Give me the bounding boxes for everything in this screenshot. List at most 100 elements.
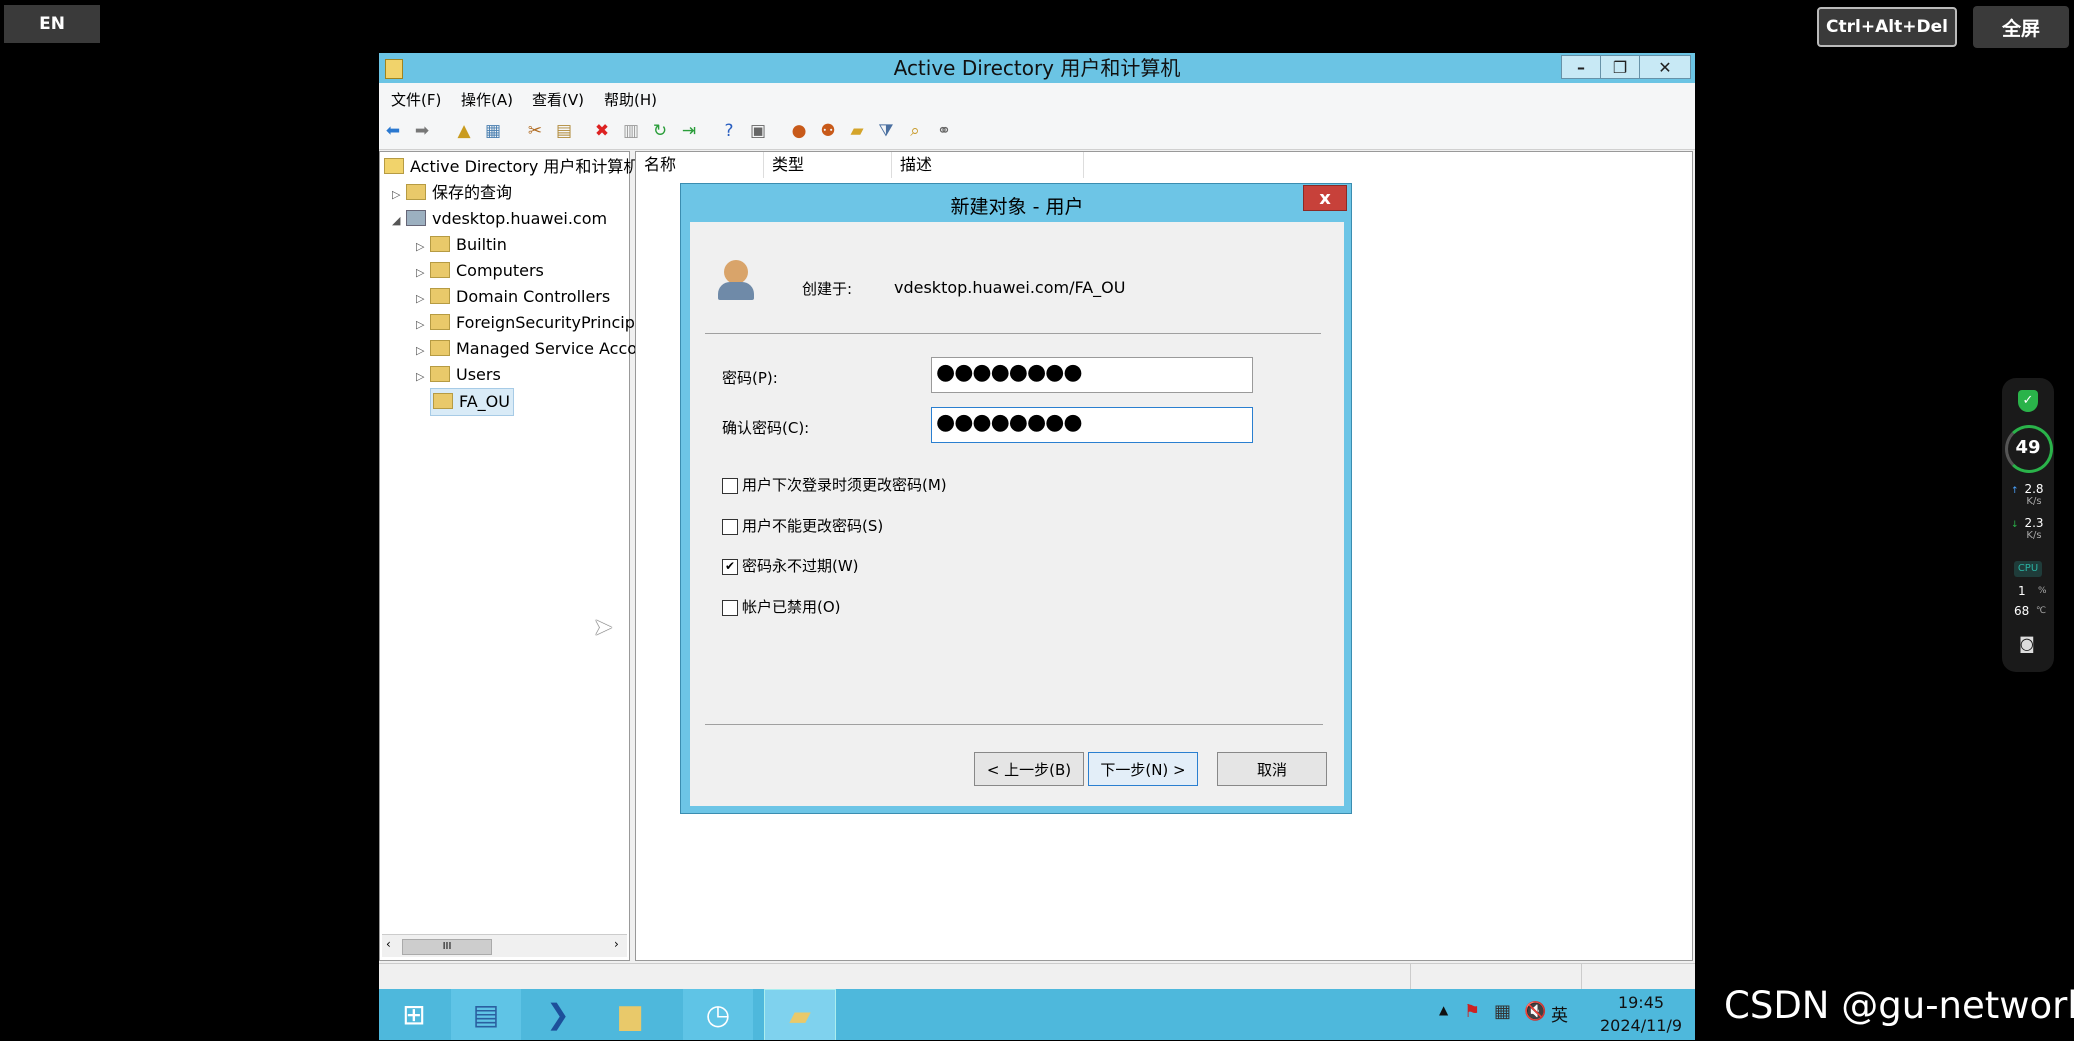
expand-arrow-icon[interactable]: ▷ xyxy=(416,364,430,390)
expand-arrow-icon[interactable]: ▷ xyxy=(416,286,430,312)
upload-unit: K/s xyxy=(2026,496,2042,507)
tree-root[interactable]: Active Directory 用户和计算机 xyxy=(384,154,639,180)
expand-arrow-icon[interactable]: ▷ xyxy=(416,234,430,260)
refresh-icon[interactable]: ↻ xyxy=(650,121,670,141)
expand-arrow-icon[interactable]: ▷ xyxy=(416,338,430,364)
dialog-close-button[interactable]: x xyxy=(1303,185,1347,211)
tree-label: Users xyxy=(456,365,501,384)
ctrl-alt-del-button[interactable]: Ctrl+Alt+Del xyxy=(1817,7,1957,47)
never-expires-label[interactable]: 密码永不过期(W) xyxy=(742,555,859,576)
next-button[interactable]: 下一步(N) > xyxy=(1088,752,1198,786)
task-scheduler-icon[interactable]: ◷ xyxy=(683,989,753,1040)
folder-icon xyxy=(430,340,450,356)
language-button[interactable]: EN xyxy=(4,5,100,43)
network-icon[interactable]: ▦ xyxy=(1494,1001,1511,1022)
tree-item-users[interactable]: ▷ Users xyxy=(416,362,501,388)
tree-label: vdesktop.huawei.com xyxy=(432,209,608,228)
server-manager-icon[interactable]: ▤ xyxy=(451,989,521,1040)
menu-action[interactable]: 操作(A) xyxy=(461,89,513,110)
download-unit: K/s xyxy=(2026,530,2042,541)
tree-item-domain-controllers[interactable]: ▷ Domain Controllers xyxy=(416,284,610,310)
action-center-icon[interactable]: ⚑ xyxy=(1464,1001,1480,1022)
properties-icon[interactable]: ▥ xyxy=(621,121,641,141)
scroll-right-icon[interactable]: › xyxy=(614,937,619,951)
cannot-change-checkbox[interactable] xyxy=(722,519,738,535)
cancel-button[interactable]: 取消 xyxy=(1217,752,1327,786)
close-window-button[interactable]: ✕ xyxy=(1639,55,1691,79)
expand-arrow-icon[interactable]: ▷ xyxy=(416,312,430,338)
tree-item-foreign-security[interactable]: ▷ ForeignSecurityPrincipa xyxy=(416,310,645,336)
add-to-group-icon[interactable]: ⚭ xyxy=(934,121,954,141)
tree-item-computers[interactable]: ▷ Computers xyxy=(416,258,544,284)
menu-view[interactable]: 查看(V) xyxy=(532,89,584,110)
menu-help[interactable]: 帮助(H) xyxy=(604,89,657,110)
start-icon[interactable]: ⊞ xyxy=(379,989,449,1040)
restore-button[interactable]: ❐ xyxy=(1600,55,1640,79)
menu-file[interactable]: 文件(F) xyxy=(391,89,441,110)
cpu-unit: % xyxy=(2038,586,2047,596)
filter-icon[interactable]: ⧩ xyxy=(876,121,896,141)
column-header-type[interactable]: 类型 xyxy=(764,152,892,178)
ime-indicator[interactable]: 英 xyxy=(1551,1001,1568,1026)
score-value: 49 xyxy=(2015,437,2041,458)
column-header-name[interactable]: 名称 xyxy=(636,152,764,178)
scroll-thumb[interactable]: III xyxy=(402,939,492,955)
confirm-password-field[interactable]: ●●●●●●●● xyxy=(931,407,1253,443)
upload-arrow-icon: ↑ xyxy=(2011,486,2019,496)
created-in-label: 创建于: xyxy=(802,280,853,298)
account-disabled-label[interactable]: 帐户已禁用(O) xyxy=(742,596,841,617)
help-icon[interactable]: ? xyxy=(719,121,739,141)
password-field[interactable]: ●●●●●●●● xyxy=(931,357,1253,393)
cannot-change-label[interactable]: 用户不能更改密码(S) xyxy=(742,515,883,536)
toolbar: ⬅ ➡ ▲ ▦ ✂ ▤ ✖ ▥ ↻ ⇥ ? ▣ ● ⚉ ▰ ⧩ ⌕ ⚭ xyxy=(379,113,1695,150)
never-expires-checkbox[interactable]: ✔ xyxy=(722,559,738,575)
separator xyxy=(705,724,1323,725)
tree-item-fa-ou[interactable]: FA_OU xyxy=(430,388,514,416)
horizontal-scrollbar[interactable]: ‹ III › xyxy=(382,934,627,957)
clock-time[interactable]: 19:45 xyxy=(1601,993,1681,1012)
must-change-label[interactable]: 用户下次登录时须更改密码(M) xyxy=(742,474,947,495)
password-label: 密码(P): xyxy=(722,369,778,387)
tree-item-managed-service[interactable]: ▷ Managed Service Acco xyxy=(416,336,637,362)
powershell-icon[interactable]: ❯ xyxy=(523,989,593,1040)
new-user-icon[interactable]: ● xyxy=(789,121,809,141)
scroll-left-icon[interactable]: ‹ xyxy=(386,937,391,951)
file-explorer-icon[interactable]: ▆ xyxy=(595,989,665,1040)
tree-item-domain[interactable]: ◢ vdesktop.huawei.com xyxy=(392,206,607,232)
tree-label: Managed Service Acco xyxy=(456,339,638,358)
account-disabled-checkbox[interactable] xyxy=(722,600,738,616)
export-icon[interactable]: ⇥ xyxy=(679,121,699,141)
minimize-button[interactable]: – xyxy=(1561,55,1601,79)
clock-date[interactable]: 2024/11/9 xyxy=(1591,1016,1691,1035)
paste-icon[interactable]: ▤ xyxy=(554,121,574,141)
show-hidden-icons[interactable]: ▲ xyxy=(1439,1003,1448,1017)
cut-icon[interactable]: ✂ xyxy=(525,121,545,141)
expand-arrow-icon[interactable]: ▷ xyxy=(392,182,406,208)
column-header-description[interactable]: 描述 xyxy=(892,152,1084,178)
volume-mute-icon[interactable]: 🔇 xyxy=(1524,1001,1546,1022)
ad-users-taskbar-icon[interactable]: ▰ xyxy=(764,989,836,1040)
new-group-icon[interactable]: ⚉ xyxy=(818,121,838,141)
tree-item-saved-queries[interactable]: ▷ 保存的查询 xyxy=(392,180,512,206)
collapse-arrow-icon[interactable]: ◢ xyxy=(392,208,406,234)
fullscreen-button[interactable]: 全屏 xyxy=(1973,6,2069,48)
back-button[interactable]: < 上一步(B) xyxy=(974,752,1084,786)
show-tree-icon[interactable]: ▦ xyxy=(483,121,503,141)
expand-arrow-icon[interactable]: ▷ xyxy=(416,260,430,286)
console-icon[interactable]: ▣ xyxy=(748,121,768,141)
up-folder-icon[interactable]: ▲ xyxy=(454,121,474,141)
tree-item-builtin[interactable]: ▷ Builtin xyxy=(416,232,507,258)
confirm-password-label: 确认密码(C): xyxy=(722,419,810,437)
ou-folder-icon xyxy=(430,288,450,304)
find-icon[interactable]: ⌕ xyxy=(905,121,925,141)
must-change-checkbox[interactable] xyxy=(722,478,738,494)
forward-icon[interactable]: ➡ xyxy=(412,121,432,141)
new-ou-icon[interactable]: ▰ xyxy=(847,121,867,141)
mouse-cursor-icon: ➤ xyxy=(593,613,614,641)
back-icon[interactable]: ⬅ xyxy=(383,121,403,141)
status-bar xyxy=(379,963,1695,990)
camera-icon[interactable]: ◙ xyxy=(2019,634,2035,653)
window-titlebar: Active Directory 用户和计算机 – ❐ ✕ xyxy=(379,53,1695,83)
shield-icon[interactable]: ✓ xyxy=(2018,390,2038,412)
delete-icon[interactable]: ✖ xyxy=(592,121,612,141)
